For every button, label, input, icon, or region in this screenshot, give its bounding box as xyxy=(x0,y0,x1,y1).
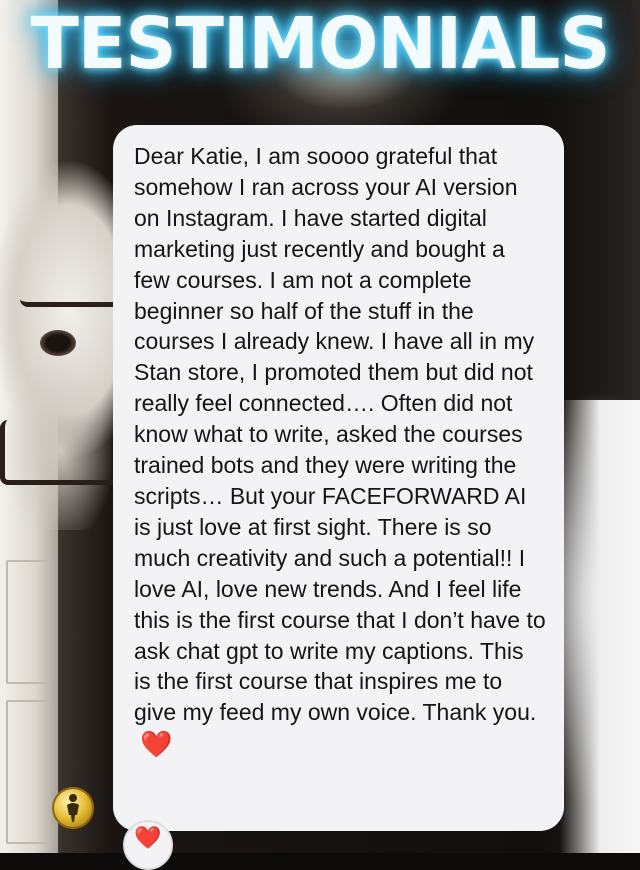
figure-silhouette-icon xyxy=(67,794,79,822)
horse-halter xyxy=(20,262,125,307)
horse-eye xyxy=(40,330,76,356)
message-text: Dear Katie, I am soooo grateful that som… xyxy=(134,141,546,759)
gold-coin-icon xyxy=(52,787,94,829)
second-horse xyxy=(560,400,640,853)
message-bubble: Dear Katie, I am soooo grateful that som… xyxy=(113,125,564,831)
reaction-heart-icon[interactable]: ❤️ xyxy=(123,820,173,870)
page-title: TESTIMONIALS xyxy=(30,2,610,85)
door-panel xyxy=(6,560,50,684)
horse-halter xyxy=(0,420,120,485)
door-panel xyxy=(6,700,50,844)
message-body: Dear Katie, I am soooo grateful that som… xyxy=(134,143,546,726)
heart-icon: ❤️ xyxy=(140,729,173,760)
